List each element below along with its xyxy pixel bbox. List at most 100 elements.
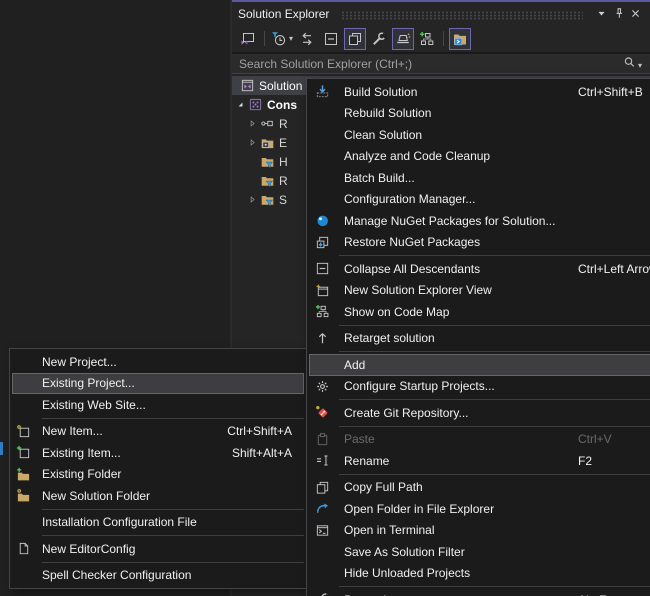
add-submenu: New Project... Existing Project... Exist…	[9, 348, 307, 589]
menu-item-copy-full-path[interactable]: Copy Full Path	[307, 477, 650, 499]
tree-item-label: S	[279, 192, 288, 207]
close-button[interactable]	[627, 5, 644, 22]
build-icon	[313, 84, 331, 100]
menu-item-paste: Paste Ctrl+V	[307, 429, 650, 451]
menu-item-label: Spell Checker Configuration	[42, 568, 192, 583]
menu-item-create-git-repository[interactable]: Create Git Repository...	[307, 402, 650, 424]
panel-titlebar[interactable]: Solution Explorer	[232, 2, 650, 25]
folder-view-button[interactable]	[449, 27, 472, 50]
menu-item-label: Collapse All Descendants	[344, 261, 481, 276]
menu-item-label: New Solution Explorer View	[344, 283, 492, 298]
show-all-files-icon	[347, 31, 363, 47]
expander-collapsed-icon[interactable]	[246, 195, 259, 204]
menu-item-label: Clean Solution	[344, 127, 423, 142]
pin-button[interactable]	[610, 5, 627, 22]
menu-item-add[interactable]: Add	[309, 354, 650, 376]
collapse-all-button[interactable]	[320, 28, 342, 50]
search-options-caret-icon[interactable]	[638, 57, 642, 71]
chevron-down-icon	[595, 7, 608, 20]
menu-separator	[42, 508, 304, 510]
submenu-item-new-editorconfig[interactable]: New EditorConfig	[10, 538, 306, 560]
submenu-item-installation-configuration-file[interactable]: Installation Configuration File	[10, 512, 306, 534]
show-all-files-button[interactable]	[344, 27, 367, 50]
wrench-icon	[313, 592, 331, 596]
submenu-item-new-item[interactable]: New Item... Ctrl+Shift+A	[10, 421, 306, 443]
submenu-item-new-solution-folder[interactable]: New Solution Folder	[10, 485, 306, 507]
search-icon[interactable]	[623, 56, 636, 72]
menu-item-analyze-and-code-cleanup[interactable]: Analyze and Code Cleanup	[307, 146, 650, 168]
new-view-icon	[313, 282, 331, 298]
menu-item-open-folder-in-file-explorer[interactable]: Open Folder in File Explorer	[307, 498, 650, 520]
menu-item-restore-nuget-packages[interactable]: Restore NuGet Packages	[307, 232, 650, 254]
menu-item-label: Build Solution	[344, 84, 418, 99]
switch-views-button[interactable]	[237, 28, 259, 50]
menu-item-hide-unloaded-projects[interactable]: Hide Unloaded Projects	[307, 563, 650, 585]
menu-item-configure-startup-projects[interactable]: Configure Startup Projects...	[307, 376, 650, 398]
code-map-button[interactable]	[416, 28, 438, 50]
retarget-icon	[313, 330, 331, 346]
pending-changes-filter-icon	[271, 31, 287, 47]
submenu-item-existing-project[interactable]: Existing Project...	[12, 372, 304, 394]
menu-item-label: New Item...	[42, 424, 103, 439]
submenu-item-spell-checker-configuration[interactable]: Spell Checker Configuration	[10, 565, 306, 587]
window-position-button[interactable]	[593, 5, 610, 22]
menu-item-retarget-solution[interactable]: Retarget solution	[307, 328, 650, 350]
submenu-item-existing-item[interactable]: Existing Item... Shift+Alt+A	[10, 442, 306, 464]
code-map-icon	[313, 304, 331, 320]
menu-item-properties[interactable]: Properties Alt+Enter	[307, 589, 650, 596]
menu-item-manage-nuget-packages-for-solution[interactable]: Manage NuGet Packages for Solution...	[307, 210, 650, 232]
menu-item-rebuild-solution[interactable]: Rebuild Solution	[307, 103, 650, 125]
pin-icon	[612, 7, 625, 20]
submenu-item-existing-folder[interactable]: Existing Folder	[10, 464, 306, 486]
menu-item-batch-build[interactable]: Batch Build...	[307, 167, 650, 189]
close-icon	[629, 7, 642, 20]
menu-item-open-in-terminal[interactable]: Open in Terminal	[307, 520, 650, 542]
submenu-item-existing-web-site[interactable]: Existing Web Site...	[10, 394, 306, 416]
toolbar-separator	[443, 31, 445, 46]
menu-separator	[339, 351, 650, 352]
menu-item-label: Save As Solution Filter	[344, 544, 465, 559]
menu-item-new-solution-explorer-view[interactable]: New Solution Explorer View	[307, 280, 650, 302]
gear-icon	[313, 378, 331, 394]
titlebar-grip[interactable]	[341, 10, 583, 20]
menu-separator	[339, 324, 650, 326]
menu-item-label: Analyze and Code Cleanup	[344, 149, 491, 164]
menu-item-label: Retarget solution	[344, 331, 435, 346]
submenu-item-new-project[interactable]: New Project...	[10, 351, 306, 373]
menu-item-rename[interactable]: Rename F2	[307, 450, 650, 472]
menu-item-label: New Project...	[42, 354, 117, 369]
sync-with-active-document-button[interactable]	[296, 28, 318, 50]
panel-title: Solution Explorer	[238, 6, 330, 21]
search-input[interactable]: Search Solution Explorer (Ctrl+;)	[232, 54, 650, 74]
menu-separator	[42, 417, 304, 419]
pending-changes-filter-button[interactable]	[270, 28, 294, 50]
folder-filter-icon	[259, 154, 276, 169]
expander-expanded-icon[interactable]	[234, 100, 247, 109]
preview-selected-items-icon	[395, 31, 411, 47]
menu-item-configuration-manager[interactable]: Configuration Manager...	[307, 189, 650, 211]
properties-button[interactable]	[368, 28, 390, 50]
open-folder-icon	[313, 501, 331, 517]
menu-item-label: Hide Unloaded Projects	[344, 566, 471, 581]
menu-item-label: Configuration Manager...	[344, 192, 476, 207]
expander-collapsed-icon[interactable]	[246, 138, 259, 147]
menu-item-clean-solution[interactable]: Clean Solution	[307, 124, 650, 146]
menu-item-show-on-code-map[interactable]: Show on Code Map	[307, 301, 650, 323]
tree-item-label: R	[279, 116, 288, 131]
paste-icon	[313, 431, 331, 447]
menu-item-save-as-solution-filter[interactable]: Save As Solution Filter	[307, 541, 650, 563]
menu-separator	[42, 561, 304, 563]
menu-separator	[339, 586, 650, 587]
menu-item-collapse-all-descendants[interactable]: Collapse All Descendants Ctrl+Left Arrow	[307, 258, 650, 280]
menu-item-build-solution[interactable]: Build Solution Ctrl+Shift+B	[307, 81, 650, 103]
terminal-icon	[313, 522, 331, 538]
new-item-icon	[15, 423, 32, 439]
menu-item-label: Open in Terminal	[344, 523, 435, 538]
menu-item-label: Copy Full Path	[344, 480, 423, 495]
git-icon	[313, 405, 331, 421]
wrench-icon	[371, 31, 387, 47]
expander-collapsed-icon[interactable]	[246, 119, 259, 128]
search-actions	[623, 56, 642, 72]
dropdown-caret-icon[interactable]	[289, 34, 293, 43]
preview-selected-items-button[interactable]	[392, 27, 415, 50]
